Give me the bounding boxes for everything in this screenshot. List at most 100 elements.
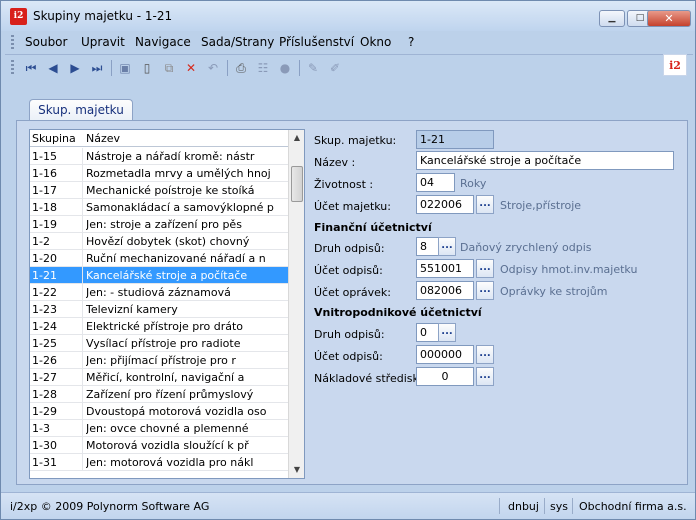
menu-bar: Soubor Upravit Navigace Sada/Strany Přís… (5, 32, 693, 52)
cell-divider (82, 233, 83, 250)
menu-sada-strany[interactable]: Sada/Strany (201, 35, 274, 49)
table-row[interactable]: 1-24 Elektrické přístroje pro dráto (30, 318, 288, 335)
previous-record-icon[interactable]: ◀ (45, 60, 61, 76)
cell-skupina: 1-17 (32, 184, 57, 197)
delete-icon[interactable]: ✕ (183, 60, 199, 76)
tab-skup-majetku[interactable]: Skup. majetku (29, 99, 133, 121)
fin-ucet-opravek-field[interactable]: 082006 (416, 281, 474, 300)
menu-prislusenstvi[interactable]: Příslušenství (279, 35, 354, 49)
cell-skupina: 1-20 (32, 252, 57, 265)
table-row[interactable]: 1-23 Televizní kamery (30, 301, 288, 318)
table-row[interactable]: 1-17 Mechanické poístroje ke stoíká (30, 182, 288, 199)
table-row[interactable]: 1-28 Zařízení pro řízení průmyslový (30, 386, 288, 403)
print-icon[interactable]: ⎙ (233, 60, 249, 76)
cell-skupina: 1-19 (32, 218, 57, 231)
cell-divider (82, 267, 83, 284)
table-row[interactable]: 1-30 Motorová vozidla sloužící k př (30, 437, 288, 454)
cell-divider (82, 437, 83, 454)
nakladove-stredisko-field[interactable]: 0 (416, 367, 474, 386)
menu-upravit[interactable]: Upravit (81, 35, 125, 49)
next-record-icon[interactable]: ▶ (67, 60, 83, 76)
table-row[interactable]: 1-16 Rozmetadla mrvy a umělých hnoj (30, 165, 288, 182)
cell-nazev: Zařízení pro řízení průmyslový (86, 388, 254, 401)
fin-druh-odpisu-description: Daňový zrychlený odpis (460, 241, 592, 254)
zivotnost-field[interactable]: 04 (416, 173, 455, 192)
vni-ucet-odpisu-field[interactable]: 000000 (416, 345, 474, 364)
cell-divider (82, 165, 83, 182)
fin-druh-odpisu-field[interactable]: 8 (416, 237, 440, 256)
cell-nazev: Jen: přijímací přístroje pro r (86, 354, 236, 367)
tree-icon[interactable]: ☷ (255, 60, 271, 76)
fin-ucet-opravek-description: Oprávky ke strojům (500, 285, 608, 298)
table-row[interactable]: 1-29 Dvoustopá motorová vozidla oso (30, 403, 288, 420)
fin-druh-odpisu-lookup-button[interactable]: ... (438, 237, 456, 256)
vnitropodnikove-ucetnictvi-heading: Vnitropodnikové účetnictví (314, 306, 482, 319)
table-row[interactable]: 1-18 Samonakládací a samovýklopné p (30, 199, 288, 216)
vni-druh-odpisu-field[interactable]: 0 (416, 323, 440, 342)
cell-divider (82, 403, 83, 420)
cell-skupina: 1-18 (32, 201, 57, 214)
table-row[interactable]: 1-15 Nástroje a nářadí kromě: nástr (30, 148, 288, 165)
pen-icon[interactable]: ✐ (327, 60, 343, 76)
nazev-label: Název : (314, 156, 356, 169)
zivotnost-label: Životnost : (314, 178, 374, 191)
fin-ucet-odpisu-field[interactable]: 551001 (416, 259, 474, 278)
ucet-majetku-label: Účet majetku: (314, 200, 391, 213)
cell-divider (82, 335, 83, 352)
cell-skupina: 1-27 (32, 371, 57, 384)
table-row[interactable]: 1-31 Jen: motorová vozidla pro nákl (30, 454, 288, 471)
vertical-scrollbar[interactable]: ▲ ▼ (288, 130, 304, 478)
cell-skupina: 1-26 (32, 354, 57, 367)
first-record-icon[interactable]: ⏮ (23, 60, 39, 76)
status-separator (572, 498, 573, 514)
table-row[interactable]: 1-20 Ruční mechanizované nářadí a n (30, 250, 288, 267)
skup-majetku-field[interactable]: 1-21 (416, 130, 494, 149)
fin-ucet-odpisu-lookup-button[interactable]: ... (476, 259, 494, 278)
app-window: i2 Skupiny majetku - 1-21 ▁ □ ✕ Soubor U… (0, 0, 696, 520)
copy-icon[interactable]: ⧉ (161, 60, 177, 76)
close-button[interactable]: ✕ (647, 10, 691, 27)
menu-help[interactable]: ? (408, 35, 414, 49)
last-record-icon[interactable]: ⏭ (89, 60, 105, 76)
status-bar: i/2xp © 2009 Polynorm Software AG dnbuj … (1, 492, 695, 519)
table-row[interactable]: 1-2 Hovězí dobytek (skot) chovný (30, 233, 288, 250)
edit-icon[interactable]: ✎ (305, 60, 321, 76)
table-row[interactable]: 1-3 Jen: ovce chovné a plemenné (30, 420, 288, 437)
table-row[interactable]: 1-27 Měřicí, kontrolní, navigační a (30, 369, 288, 386)
undo-icon[interactable]: ↶ (205, 60, 221, 76)
copyright-text: i/2xp © 2009 Polynorm Software AG (10, 500, 210, 513)
fin-ucet-opravek-lookup-button[interactable]: ... (476, 281, 494, 300)
table-row[interactable]: 1-22 Jen: - studiová záznamová (30, 284, 288, 301)
fin-ucet-odpisu-description: Odpisy hmot.inv.majetku (500, 263, 638, 276)
minimize-button[interactable]: ▁ (599, 10, 625, 27)
window-title: Skupiny majetku - 1-21 (33, 9, 173, 23)
column-header-skupina[interactable]: Skupina (32, 132, 76, 145)
ucet-majetku-field[interactable]: 022006 (416, 195, 474, 214)
menu-soubor[interactable]: Soubor (25, 35, 67, 49)
scroll-down-icon[interactable]: ▼ (289, 462, 304, 478)
search-icon[interactable]: ● (277, 60, 293, 76)
table-row[interactable]: 1-25 Vysílací přístroje pro radiote (30, 335, 288, 352)
ucet-majetku-lookup-button[interactable]: ... (476, 195, 494, 214)
new-record-icon[interactable]: ▯ (139, 60, 155, 76)
nakladove-stredisko-lookup-button[interactable]: ... (476, 367, 494, 386)
cell-skupina: 1-31 (32, 456, 57, 469)
scroll-up-icon[interactable]: ▲ (289, 130, 304, 146)
status-system: sys (550, 500, 568, 513)
cell-nazev: Kancelářské stroje a počítače (86, 269, 248, 282)
column-header-nazev[interactable]: Název (86, 132, 120, 145)
menu-navigace[interactable]: Navigace (135, 35, 191, 49)
scroll-thumb[interactable] (291, 166, 303, 202)
cell-skupina: 1-24 (32, 320, 57, 333)
menu-okno[interactable]: Okno (360, 35, 391, 49)
ucet-majetku-description: Stroje,přístroje (500, 199, 582, 212)
cell-divider (82, 284, 83, 301)
table-row[interactable]: 1-26 Jen: přijímací přístroje pro r (30, 352, 288, 369)
vni-druh-odpisu-lookup-button[interactable]: ... (438, 323, 456, 342)
save-icon[interactable]: ▣ (117, 60, 133, 76)
vni-ucet-odpisu-lookup-button[interactable]: ... (476, 345, 494, 364)
nazev-field[interactable]: Kancelářské stroje a počítače (416, 151, 674, 170)
cell-nazev: Jen: - studiová záznamová (86, 286, 231, 299)
table-row[interactable]: 1-21 Kancelářské stroje a počítače (30, 267, 288, 284)
table-row[interactable]: 1-19 Jen: stroje a zařízení pro pěs (30, 216, 288, 233)
